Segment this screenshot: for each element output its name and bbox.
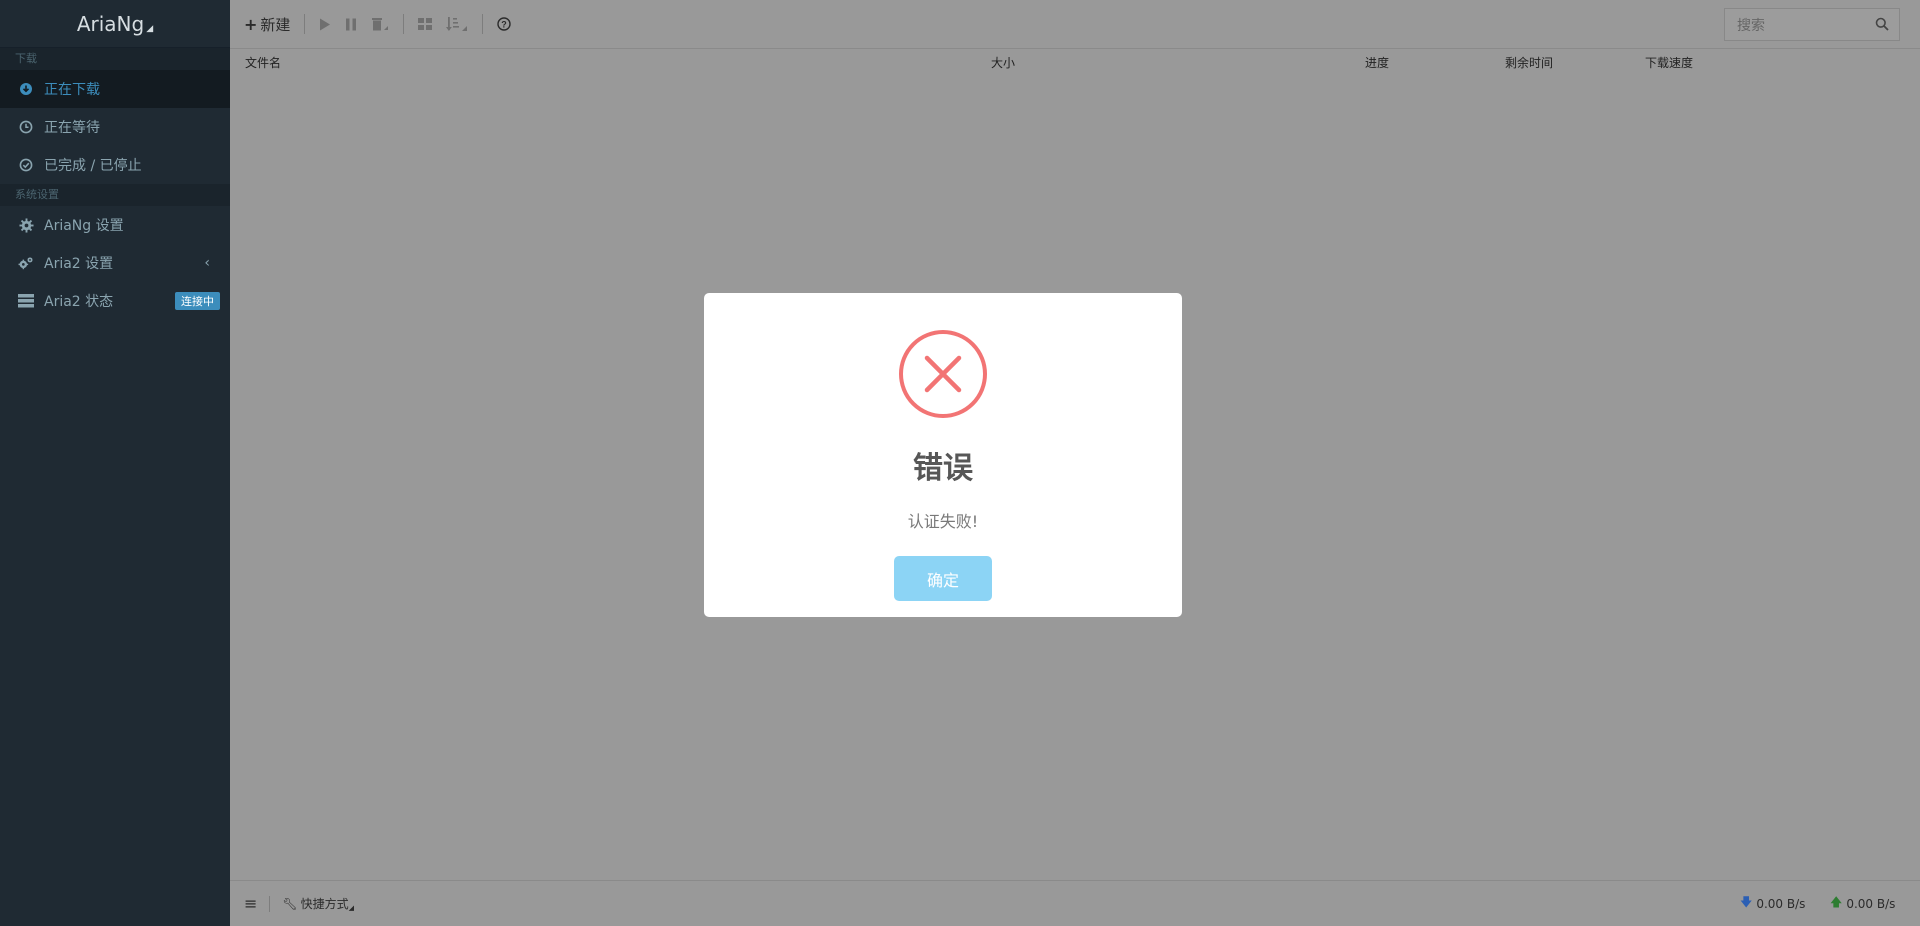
app-title: AriaNg <box>76 11 145 36</box>
download-speed-value: 0.00 B/s <box>1756 896 1806 911</box>
sidebar-item-label: 已完成 / 已停止 <box>44 158 142 174</box>
new-task-button[interactable]: + 新建 <box>244 14 290 35</box>
column-header-size[interactable]: 大小 <box>991 54 1015 71</box>
search-icon[interactable] <box>1875 17 1889 31</box>
sidebar-item-label: 正在下载 <box>44 82 100 98</box>
check-circle-icon <box>18 157 34 173</box>
sidebar-item-label: 正在等待 <box>44 120 100 136</box>
toolbar-divider <box>304 14 306 34</box>
download-speed: 🡇 0.00 B/s <box>1740 893 1805 914</box>
shortcut-button[interactable]: 🔧︎ 快捷方式 ◢ <box>282 895 354 912</box>
section-header-settings: 系统设置 <box>0 184 230 206</box>
sort-button[interactable] <box>446 16 468 32</box>
sidebar-item-aria2-status[interactable]: Aria2 状态 连接中 <box>0 282 230 320</box>
svg-text:?: ? <box>502 20 508 30</box>
shortcut-label: 快捷方式 <box>300 897 349 911</box>
play-icon <box>320 18 331 30</box>
clock-icon <box>18 119 34 135</box>
chevron-left-icon[interactable]: ‹ <box>204 255 210 271</box>
toolbar: + 新建 ? 搜索 <box>230 0 1920 49</box>
sidebar-item-stopped[interactable]: 已完成 / 已停止 <box>0 146 230 184</box>
caret-down-icon: ◢ <box>146 23 154 34</box>
footer-divider <box>269 895 271 912</box>
column-header-progress[interactable]: 进度 <box>1365 54 1389 71</box>
app-logo[interactable]: AriaNg ◢ <box>0 0 230 48</box>
pause-icon <box>346 18 357 30</box>
sidebar-item-ariang-settings[interactable]: AriaNg 设置 <box>0 206 230 244</box>
toolbar-divider <box>403 14 405 34</box>
new-task-label: 新建 <box>260 15 291 34</box>
arrow-down-icon: 🡇 <box>1740 895 1753 909</box>
server-icon <box>18 293 34 309</box>
pause-button[interactable] <box>345 18 357 31</box>
gears-icon <box>18 255 34 271</box>
wrench-icon: 🔧︎ <box>282 896 298 911</box>
sort-icon <box>446 17 468 31</box>
upload-speed: 🡅 0.00 B/s <box>1830 893 1895 914</box>
sidebar-item-label: AriaNg 设置 <box>44 218 124 234</box>
toolbar-divider <box>482 14 484 34</box>
sidebar: AriaNg ◢ 下载 正在下载 正在等待 已完成 / 已停止 系统设置 Ari… <box>0 0 230 926</box>
search-placeholder: 搜索 <box>1737 17 1765 34</box>
column-header-remaining[interactable]: 剩余时间 <box>1505 54 1553 71</box>
column-header-speed[interactable]: 下载速度 <box>1645 54 1693 71</box>
sidebar-item-waiting[interactable]: 正在等待 <box>0 108 230 146</box>
arrow-up-icon: 🡅 <box>1830 895 1843 909</box>
sidebar-item-label: Aria2 状态 <box>44 294 114 310</box>
delete-button[interactable] <box>371 17 389 31</box>
dialog-message: 认证失败! <box>907 512 979 531</box>
menu-toggle-icon[interactable]: ≡ <box>244 894 257 913</box>
question-circle-icon: ? <box>497 17 512 31</box>
error-x-icon <box>899 330 987 418</box>
trash-icon <box>372 18 389 31</box>
gear-icon <box>18 217 34 233</box>
dialog-title: 错误 <box>913 451 973 486</box>
status-badge: 连接中 <box>175 292 220 310</box>
error-dialog: 错误 认证失败! 确定 <box>704 293 1182 617</box>
table-header: 文件名 大小 进度 剩余时间 下载速度 <box>230 49 1920 73</box>
download-circle-icon <box>18 81 34 97</box>
select-all-button[interactable] <box>418 18 433 30</box>
sidebar-item-aria2-settings[interactable]: Aria2 设置 ‹ <box>0 244 230 282</box>
caret-down-icon: ◢ <box>348 903 355 912</box>
help-button[interactable]: ? <box>497 17 512 31</box>
upload-speed-value: 0.00 B/s <box>1846 896 1896 911</box>
search-input[interactable]: 搜索 <box>1724 8 1900 41</box>
confirm-button[interactable]: 确定 <box>894 556 992 601</box>
start-button[interactable] <box>319 18 331 31</box>
section-header-download: 下载 <box>0 48 230 70</box>
sidebar-item-label: Aria2 设置 <box>44 256 114 272</box>
sidebar-item-downloading[interactable]: 正在下载 <box>0 70 230 108</box>
plus-icon: + <box>244 14 258 34</box>
column-header-filename[interactable]: 文件名 <box>245 54 281 71</box>
grid-icon <box>418 18 433 30</box>
footer: ≡ 🔧︎ 快捷方式 ◢ 🡇 0.00 B/s 🡅 0.00 B/s <box>230 880 1920 926</box>
